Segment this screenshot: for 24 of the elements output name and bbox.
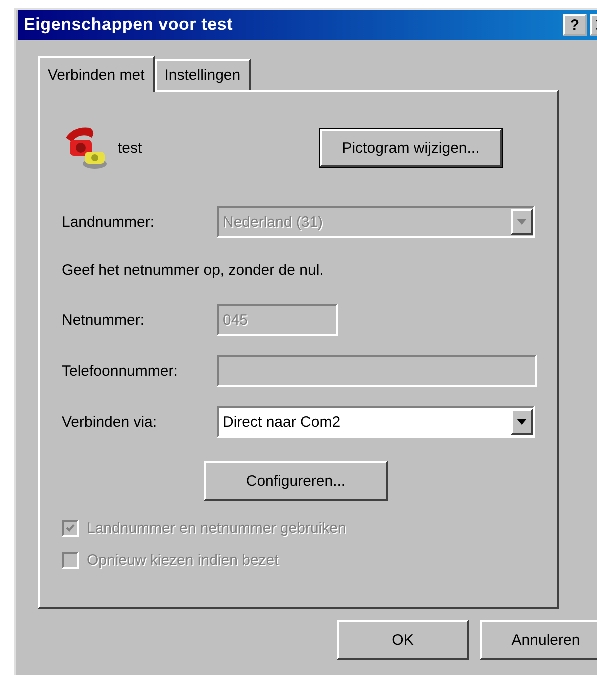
instruction-text: Geef het netnummer op, zonder de nul. bbox=[62, 261, 325, 281]
dialog-button[interactable]: Annuleren bbox=[480, 620, 597, 660]
dropdown-arrow-icon bbox=[517, 419, 527, 425]
field-label: Landnummer: bbox=[62, 214, 156, 230]
window-title: Eigenschappen voor test bbox=[24, 15, 234, 35]
field-label: Netnummer: bbox=[62, 312, 146, 328]
change-icon-button[interactable]: Pictogram wijzigen... bbox=[320, 129, 502, 167]
field-label: Verbinden via: bbox=[62, 414, 158, 430]
tab[interactable]: Verbinden met bbox=[38, 56, 155, 92]
tab[interactable]: Instellingen bbox=[154, 59, 251, 90]
dropdown-button[interactable] bbox=[511, 409, 533, 435]
dropdown-arrow-icon bbox=[517, 219, 527, 225]
dropdown-value: Nederland (31) bbox=[223, 214, 324, 230]
checkbox-label: Landnummer en netnummer gebruiken bbox=[87, 520, 346, 536]
checkmark-icon bbox=[66, 524, 75, 532]
connection-name: test bbox=[118, 140, 144, 156]
input-value: 045 bbox=[223, 312, 248, 328]
dropdown-value: Direct naar Com2 bbox=[223, 414, 341, 430]
checkbox-label: Opnieuw kiezen indien bezet bbox=[87, 552, 279, 568]
field-label: Telefoonnummer: bbox=[62, 362, 179, 380]
dropdown-field[interactable]: Direct naar Com2 bbox=[217, 406, 535, 438]
dialog-button[interactable]: OK bbox=[337, 620, 469, 660]
help-button[interactable]: ? bbox=[563, 14, 587, 36]
configure-button[interactable]: Configureren... bbox=[204, 461, 388, 501]
